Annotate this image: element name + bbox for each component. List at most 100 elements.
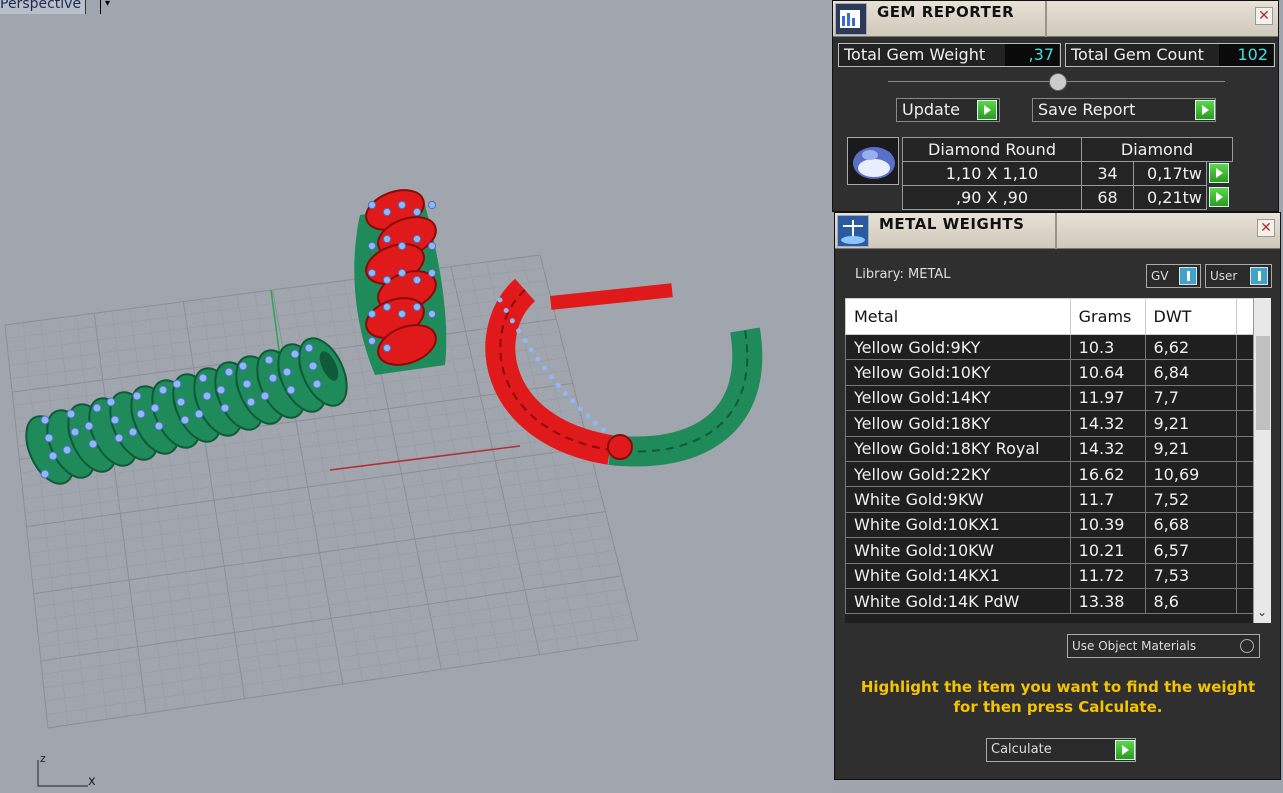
metal-cell: Yellow Gold:22KY	[845, 460, 1071, 488]
metal-weights-title: METAL WEIGHTS	[879, 215, 1025, 233]
calculate-button[interactable]: Calculate	[986, 738, 1136, 762]
dwt-cell: 6,84	[1144, 359, 1238, 386]
close-icon[interactable]: ✕	[1255, 7, 1273, 25]
row-spacer	[1236, 486, 1255, 513]
table-row[interactable]: Yellow Gold:9KY 10.3 6,62	[845, 333, 1255, 361]
use-object-materials-label: Use Object Materials	[1072, 639, 1197, 653]
table-row[interactable]: White Gold:10KW 10.21 6,57	[845, 537, 1255, 564]
dwt-cell: 6,57	[1144, 537, 1238, 564]
row-spacer	[1236, 333, 1255, 361]
calculate-go-icon[interactable]	[1115, 740, 1135, 760]
dwt-cell: 8,6	[1144, 587, 1238, 615]
dwt-cell: 7,52	[1144, 486, 1238, 513]
table-row[interactable]: Yellow Gold:22KY 16.62 10,69	[845, 460, 1255, 488]
gem-size-cell[interactable]: ,90 X ,90	[902, 185, 1082, 210]
table-row[interactable]: White Gold:9KW 11.7 7,52	[845, 486, 1255, 513]
table-row[interactable]: Yellow Gold:14KY 11.97 7,7	[845, 384, 1255, 412]
gem-count-cell: 68	[1081, 185, 1134, 210]
gem-weight-cell: 0,21tw	[1133, 185, 1207, 210]
toggle-icon[interactable]	[1179, 267, 1197, 285]
table-header-row: Metal Grams DWT	[845, 298, 1255, 335]
construction-grid	[4, 254, 639, 729]
table-row[interactable]: White Gold:10KX1 10.39 6,68	[845, 511, 1255, 539]
viewport-label[interactable]: Perspective	[0, 0, 87, 14]
row-spacer	[1236, 537, 1255, 564]
gem-material-header: Diamond	[1081, 137, 1233, 162]
scroll-down-icon[interactable]: ⌄	[1257, 605, 1267, 619]
gem-weight-cell: 0,17tw	[1133, 161, 1207, 186]
gem-reporter-panel: GEM REPORTER ✕ Total Gem Weight ,37 Tota…	[832, 0, 1279, 212]
row-spacer	[1236, 562, 1255, 589]
metal-cell: Yellow Gold:14KY	[845, 384, 1071, 412]
diamond-round-icon	[853, 147, 895, 179]
use-object-materials-toggle[interactable]: Use Object Materials	[1067, 634, 1260, 658]
table-row[interactable]: Yellow Gold:10KY 10.64 6,84	[845, 359, 1255, 386]
column-header-dwt[interactable]: DWT	[1144, 298, 1238, 335]
grams-cell: 10.64	[1069, 359, 1146, 386]
splitter-handle-icon[interactable]	[1049, 73, 1067, 91]
metal-table-container[interactable]: Metal Grams DWT Yellow Gold:9KY 10.3 6,62 Y…	[845, 298, 1271, 623]
user-label: User	[1210, 269, 1238, 283]
grams-cell: 14.32	[1069, 435, 1146, 462]
column-header-extra	[1236, 298, 1255, 335]
cuban-earring-model	[354, 189, 447, 375]
row-spacer	[1236, 511, 1255, 539]
metal-cell: Yellow Gold:10KY	[845, 359, 1071, 386]
gem-reporter-titlebar[interactable]: GEM REPORTER ✕	[833, 1, 1278, 37]
save-report-button[interactable]: Save Report	[1032, 98, 1216, 122]
title-divider	[1045, 1, 1047, 37]
dwt-cell: 9,21	[1144, 410, 1238, 437]
grams-cell: 11.97	[1069, 384, 1146, 412]
metal-weights-panel: METAL WEIGHTS ✕ Library: METAL GV User M…	[834, 212, 1281, 780]
close-icon[interactable]: ✕	[1257, 219, 1275, 237]
update-go-icon[interactable]	[977, 100, 997, 120]
dwt-cell: 6,68	[1144, 511, 1238, 539]
gv-toggle-button[interactable]: GV	[1146, 264, 1201, 288]
calculate-label: Calculate	[991, 742, 1052, 757]
scale-icon	[837, 215, 869, 247]
user-toggle-button[interactable]: User	[1205, 264, 1272, 288]
gem-report-icon	[835, 3, 867, 35]
grams-cell: 16.62	[1069, 460, 1146, 488]
metal-cell: White Gold:14KX1	[845, 562, 1071, 589]
grams-cell: 10.3	[1069, 333, 1146, 361]
table-row[interactable]: White Gold:14KX1 11.72 7,53	[845, 562, 1255, 589]
dwt-cell: 10,69	[1144, 460, 1238, 488]
viewport-menu-icon[interactable]: ▾	[100, 0, 114, 14]
calculate-hint: Highlight the item you want to find the …	[860, 678, 1256, 716]
total-gem-count-value: 102	[1219, 44, 1273, 66]
grams-cell: 13.38	[1069, 587, 1146, 615]
gem-thumbnail[interactable]	[847, 137, 899, 185]
metal-cell: White Gold:9KW	[845, 486, 1071, 513]
column-header-grams[interactable]: Grams	[1069, 298, 1146, 335]
radio-icon[interactable]	[1240, 639, 1254, 653]
gem-type-header: Diamond Round	[902, 137, 1082, 162]
gem-row-go-icon[interactable]	[1209, 187, 1229, 207]
table-row[interactable]: Yellow Gold:18KY 14.32 9,21	[845, 410, 1255, 437]
save-report-go-icon[interactable]	[1195, 100, 1215, 120]
gv-label: GV	[1151, 269, 1169, 283]
grams-cell: 11.72	[1069, 562, 1146, 589]
column-header-metal[interactable]: Metal	[845, 298, 1071, 335]
gem-row-go-icon[interactable]	[1209, 163, 1229, 183]
vertical-scrollbar[interactable]: ⌄	[1253, 298, 1271, 623]
toggle-icon[interactable]	[1250, 267, 1268, 285]
dwt-cell: 9,21	[1144, 435, 1238, 462]
gem-size-cell[interactable]: 1,10 X 1,10	[902, 161, 1082, 186]
cuban-bracelet-model	[25, 337, 348, 485]
dwt-cell: 7,7	[1144, 384, 1238, 412]
metal-weights-titlebar[interactable]: METAL WEIGHTS ✕	[835, 213, 1280, 249]
scrollbar-thumb[interactable]	[1256, 336, 1270, 430]
grams-cell: 10.39	[1069, 511, 1146, 539]
perspective-viewport[interactable]: Perspective ▾ x z	[0, 0, 836, 793]
total-gem-weight-value: ,37	[1005, 44, 1059, 66]
table-row[interactable]: Yellow Gold:18KY Royal 14.32 9,21	[845, 435, 1255, 462]
viewport-scene[interactable]	[0, 0, 836, 793]
table-row[interactable]: White Gold:14K PdW 13.38 8,6	[845, 587, 1255, 615]
gem-reporter-title: GEM REPORTER	[877, 3, 1015, 21]
dwt-cell: 7,53	[1144, 562, 1238, 589]
grams-cell: 14.32	[1069, 410, 1146, 437]
metal-cell: White Gold:10KX1	[845, 511, 1071, 539]
title-divider	[1055, 213, 1057, 249]
axis-x-label: x	[88, 774, 96, 789]
